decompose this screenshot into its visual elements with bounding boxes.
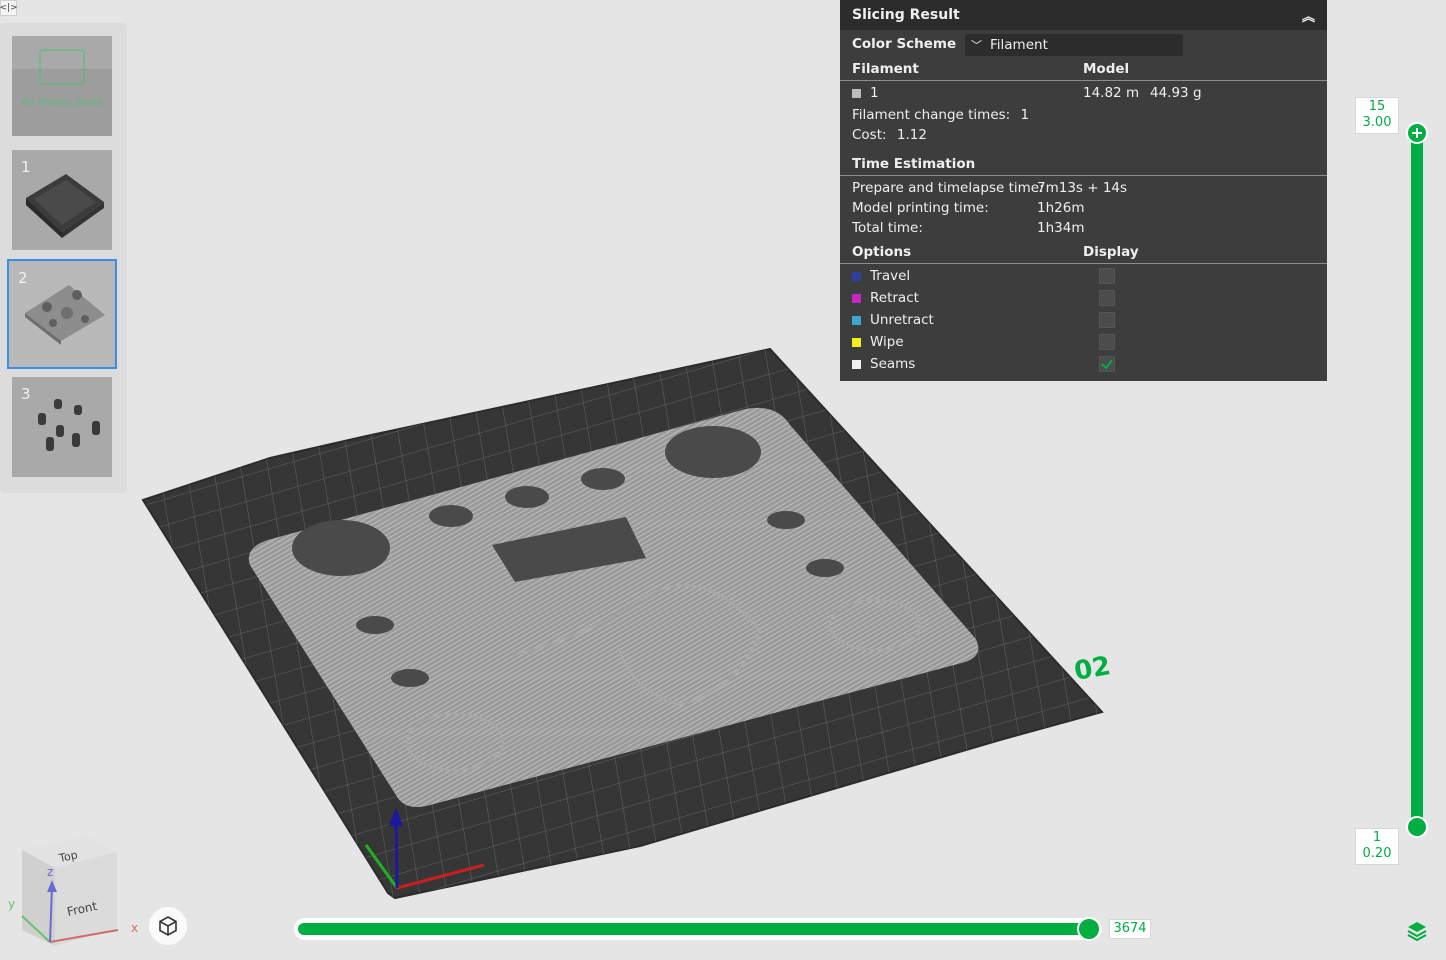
axis-x-label: x [131, 921, 138, 935]
display-header: Display [1083, 244, 1139, 260]
travel-display-checkbox[interactable] [1099, 268, 1115, 284]
move-slider-thumb[interactable] [1077, 917, 1101, 941]
retract-color-swatch [852, 293, 861, 303]
prepare-time-label: Prepare and timelapse time: [852, 180, 1044, 196]
change-times-label: Filament change times: [852, 107, 1011, 123]
cost-value: 1.12 [896, 127, 927, 143]
option-row-retract: Retract [852, 290, 1327, 306]
model-time-label: Model printing time: [852, 200, 989, 216]
layers-toggle-button[interactable] [1405, 918, 1429, 942]
color-scheme-select[interactable]: ﹀ Filament [965, 34, 1183, 56]
plate-number-label: 02 [1072, 651, 1113, 687]
move-slider-value: 3674 [1109, 919, 1151, 939]
seams-color-swatch [852, 359, 861, 369]
filament-change-row: Filament change times: 1 [852, 107, 1327, 123]
filament-id: 1 [870, 85, 879, 101]
model-time-row: Model printing time: 1h26m [852, 200, 1327, 216]
filament-header: Filament [852, 61, 919, 77]
axis-y-label: y [8, 897, 15, 911]
retract-display-checkbox[interactable] [1099, 290, 1115, 306]
option-label: Travel [870, 268, 911, 284]
top-layer-height: 3.00 [1362, 115, 1392, 130]
panel-header[interactable]: Slicing Result ︽ [840, 0, 1327, 30]
unretract-color-swatch [852, 315, 861, 325]
option-label: Retract [870, 290, 919, 306]
time-estimation-header: Time Estimation [852, 156, 976, 172]
option-row-wipe: Wipe [852, 334, 1327, 350]
total-time-value: 1h34m [1037, 220, 1085, 236]
options-header-row: Options Display [852, 244, 1327, 260]
cost-row: Cost: 1.12 [852, 127, 1327, 143]
move-slider-track[interactable] [294, 918, 1102, 940]
filament-color-swatch [852, 88, 861, 98]
layer-bottom-label: 1 0.20 [1355, 828, 1399, 865]
options-header: Options [852, 244, 912, 260]
color-scheme-label: Color Scheme [852, 36, 957, 52]
filament-weight: 44.93 g [1150, 85, 1202, 101]
filament-table-header: Filament Model [852, 61, 1327, 77]
view-cube[interactable]: Top Front x y z [0, 830, 150, 955]
option-row-seams: Seams [852, 356, 1327, 372]
filament-row: 1 14.82 m 44.93 g [852, 85, 1327, 101]
slicing-result-panel: Slicing Result ︽ Color Scheme ﹀ Filament… [840, 0, 1327, 381]
layer-slider-track[interactable] [1411, 132, 1423, 828]
option-label: Seams [870, 356, 916, 372]
wipe-display-checkbox[interactable] [1099, 334, 1115, 350]
wipe-color-swatch [852, 337, 861, 347]
axis-z-label: z [47, 865, 53, 879]
option-row-unretract: Unretract [852, 312, 1327, 328]
prepare-time-row: Prepare and timelapse time: 7m13s + 14s [852, 180, 1327, 196]
cube-view-icon [159, 916, 177, 936]
model-header: Model [1083, 61, 1130, 77]
prepare-time-value: 7m13s + 14s [1037, 180, 1128, 196]
change-times-value: 1 [1020, 107, 1030, 123]
bottom-layer-height: 0.20 [1362, 846, 1392, 861]
color-scheme-row: Color Scheme ﹀ Filament [852, 34, 1327, 56]
layer-bottom-thumb[interactable] [1406, 816, 1428, 838]
cost-label: Cost: [852, 127, 887, 143]
seams-display-checkbox[interactable] [1099, 356, 1115, 372]
layers-icon [1407, 922, 1427, 942]
layer-top-thumb[interactable] [1406, 122, 1428, 144]
option-row-travel: Travel [852, 268, 1327, 284]
collapse-panel-icon[interactable]: ︽ [1302, 6, 1315, 25]
total-time-label: Total time: [852, 220, 923, 236]
option-label: Unretract [870, 312, 934, 328]
option-label: Wipe [870, 334, 904, 350]
move-slider-fill [298, 923, 1088, 935]
chevron-down-icon: ﹀ [971, 39, 982, 52]
reset-view-button[interactable] [149, 907, 187, 945]
filament-length: 14.82 m [1083, 85, 1140, 101]
panel-title: Slicing Result [852, 7, 960, 23]
unretract-display-checkbox[interactable] [1099, 312, 1115, 328]
bottom-layer-number: 1 [1372, 830, 1382, 845]
top-layer-number: 15 [1368, 99, 1386, 114]
color-scheme-value: Filament [990, 37, 1048, 53]
model-time-value: 1h26m [1037, 200, 1085, 216]
layer-top-label: 15 3.00 [1355, 97, 1399, 134]
total-time-row: Total time: 1h34m [852, 220, 1327, 236]
check-icon [1101, 359, 1113, 370]
travel-color-swatch [852, 271, 861, 281]
